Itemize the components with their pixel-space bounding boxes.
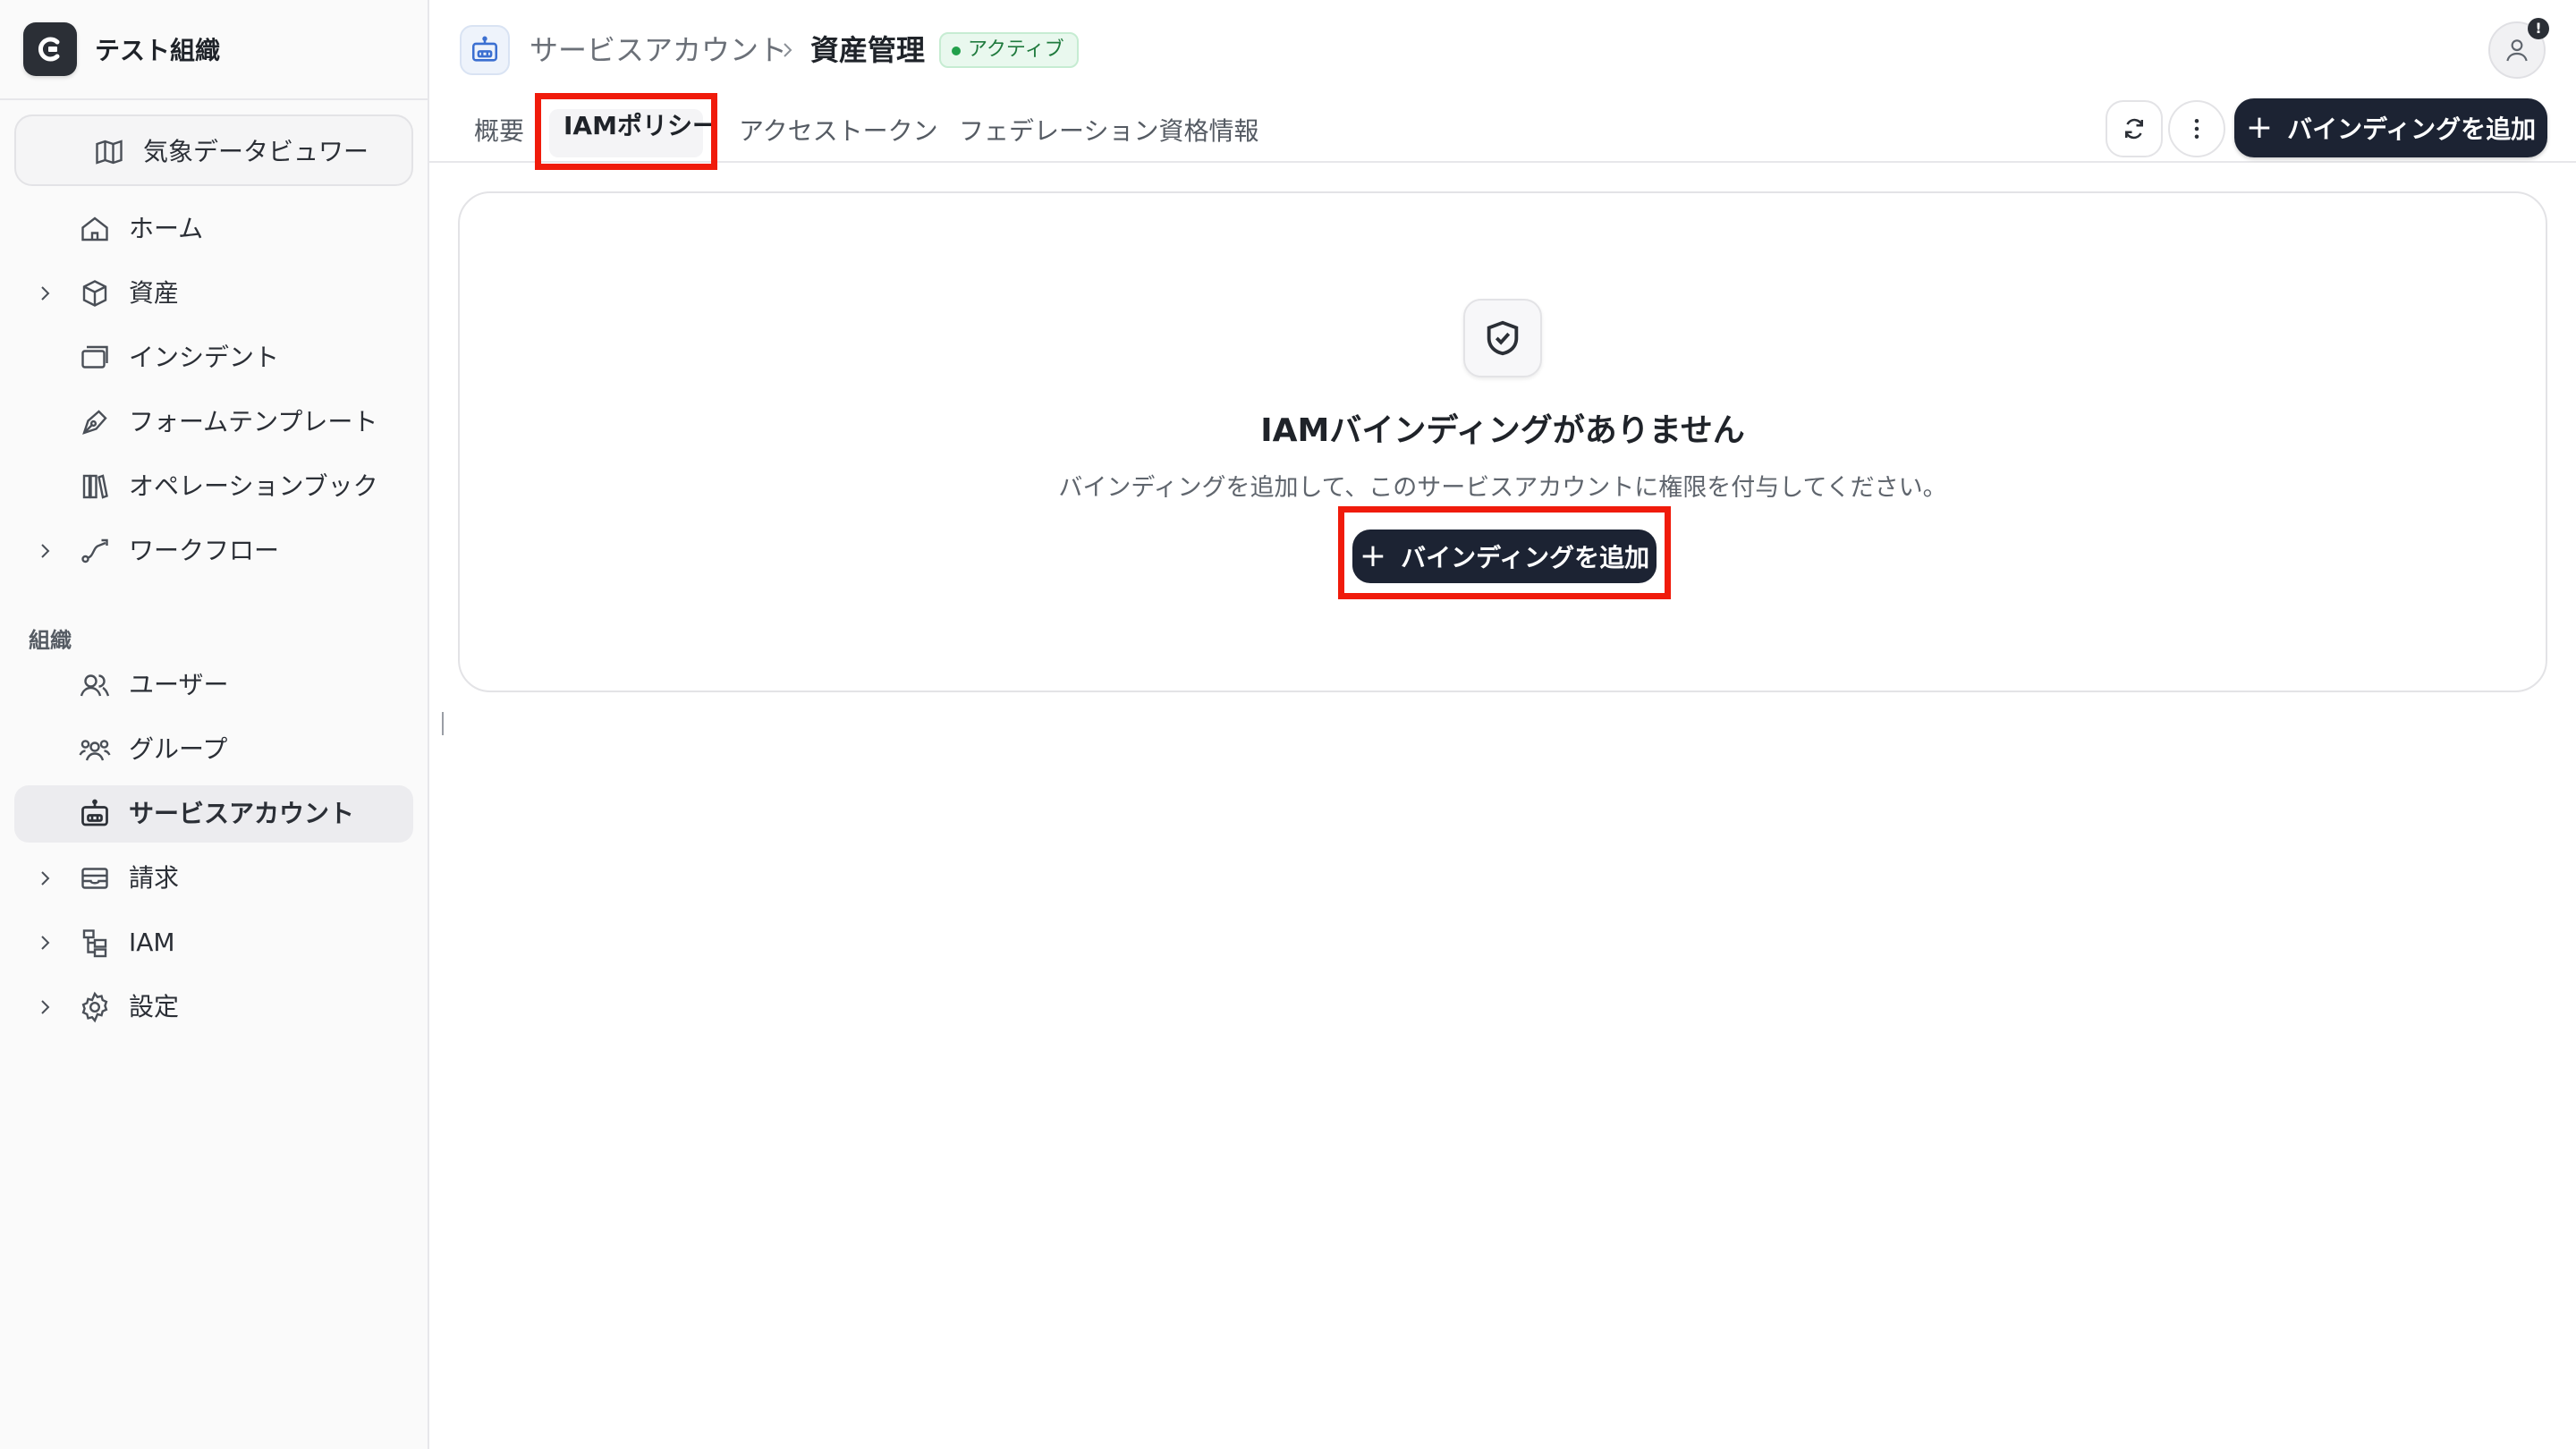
sidebar-item-iam[interactable]: IAM: [14, 914, 413, 971]
users-icon: [80, 674, 110, 697]
chevron-right-icon[interactable]: [34, 540, 55, 562]
sidebar-item-settings[interactable]: 設定: [14, 979, 413, 1036]
sidebar-item-assets[interactable]: 資産: [14, 265, 413, 322]
tab-iam-policy[interactable]: IAMポリシー: [564, 104, 717, 148]
refresh-button[interactable]: [2106, 100, 2163, 157]
org-name: テスト組織: [95, 36, 221, 65]
sidebar-item-form-templates[interactable]: フォームテンプレート: [14, 394, 413, 451]
tab-federation-credentials[interactable]: フェデレーション資格情報: [959, 109, 1258, 154]
plus-icon: +: [2245, 109, 2274, 146]
gear-icon: [81, 991, 108, 1023]
text-cursor: [442, 712, 444, 735]
tab-overview[interactable]: 概要: [474, 109, 524, 154]
empty-state-add-binding-button[interactable]: + バインディングを追加: [1352, 530, 1657, 583]
status-badge: アクティブ: [939, 32, 1079, 68]
chevron-right-icon[interactable]: [34, 932, 55, 953]
wallet-icon: [81, 868, 108, 889]
sidebar-item-groups[interactable]: グループ: [14, 721, 413, 778]
sidebar-item-label: 請求: [129, 863, 180, 893]
hierarchy-icon: [82, 929, 107, 958]
add-binding-button[interactable]: + バインディングを追加: [2234, 98, 2547, 157]
chevron-right-icon[interactable]: [34, 996, 55, 1018]
sidebar-item-label: ホーム: [129, 214, 204, 243]
chevron-right-icon[interactable]: [34, 868, 55, 889]
chevron-right-icon[interactable]: [34, 283, 55, 304]
empty-state-description: バインディングを追加して、このサービスアカウントに権限を付与してください。: [1058, 474, 1947, 502]
sidebar-item-label: インシデント: [129, 343, 280, 372]
sidebar-item-label: ユーザー: [129, 670, 229, 699]
sidebar-item-service-accounts[interactable]: サービスアカウント: [14, 785, 413, 843]
sidebar-item-label: オペレーションブック: [129, 471, 378, 501]
window-icon: [81, 345, 108, 369]
project-selector[interactable]: 気象データビュワー: [14, 114, 413, 186]
sidebar-item-label: フォームテンプレート: [129, 407, 378, 436]
refresh-icon: [2125, 118, 2143, 140]
sidebar: テスト組織 気象データビュワー ホーム 資産 インシデント フォームテンプレート…: [0, 0, 429, 1449]
notification-badge: !: [2528, 18, 2549, 39]
sidebar-item-billing[interactable]: 請求: [14, 850, 413, 907]
breadcrumb-parent[interactable]: サービスアカウント: [530, 30, 787, 70]
sidebar-item-label: サービスアカウント: [129, 799, 355, 828]
group-icon: [79, 740, 111, 761]
sidebar-item-label: 資産: [129, 278, 180, 308]
bot-icon: [81, 799, 108, 826]
map-icon: [96, 140, 123, 165]
empty-state-button-label: バインディングを追加: [1401, 543, 1650, 572]
org-switcher[interactable]: テスト組織: [0, 0, 428, 100]
sidebar-item-label: ワークフロー: [129, 536, 280, 565]
more-vertical-icon: [2194, 119, 2199, 139]
status-text: アクティブ: [968, 38, 1064, 61]
empty-state-title: IAMバインディングがありません: [1260, 412, 1745, 449]
home-icon: [81, 216, 108, 242]
plus-icon: +: [1359, 538, 1387, 574]
page-header: サービスアカウント 資産管理 アクティブ !: [429, 0, 2576, 100]
section-label-org: 組織: [29, 628, 72, 653]
sidebar-item-users[interactable]: ユーザー: [14, 657, 413, 714]
more-options-button[interactable]: [2168, 100, 2225, 157]
org-logo-icon: [23, 22, 77, 76]
chevron-right-icon: [784, 43, 792, 57]
sidebar-item-label: グループ: [129, 734, 228, 764]
sidebar-item-workflows[interactable]: ワークフロー: [14, 522, 413, 580]
user-icon: [2506, 39, 2528, 62]
workflow-icon: [81, 538, 108, 564]
sidebar-item-home[interactable]: ホーム: [14, 200, 413, 258]
box-icon: [82, 280, 107, 307]
service-account-icon: [460, 25, 510, 75]
page-title: 資産管理: [810, 33, 926, 67]
shield-check-icon: [1463, 299, 1542, 377]
sidebar-item-incidents[interactable]: インシデント: [14, 329, 413, 386]
sidebar-item-label: 設定: [129, 992, 180, 1021]
sidebar-item-operation-books[interactable]: オペレーションブック: [14, 458, 413, 515]
sidebar-item-label: IAM: [129, 928, 175, 957]
pen-icon: [82, 410, 107, 435]
tab-access-tokens[interactable]: アクセストークン: [739, 109, 938, 154]
books-icon: [82, 474, 108, 499]
project-name: 気象データビュワー: [143, 137, 369, 166]
status-dot-icon: [952, 47, 961, 55]
add-binding-label: バインディングを追加: [2287, 114, 2537, 144]
